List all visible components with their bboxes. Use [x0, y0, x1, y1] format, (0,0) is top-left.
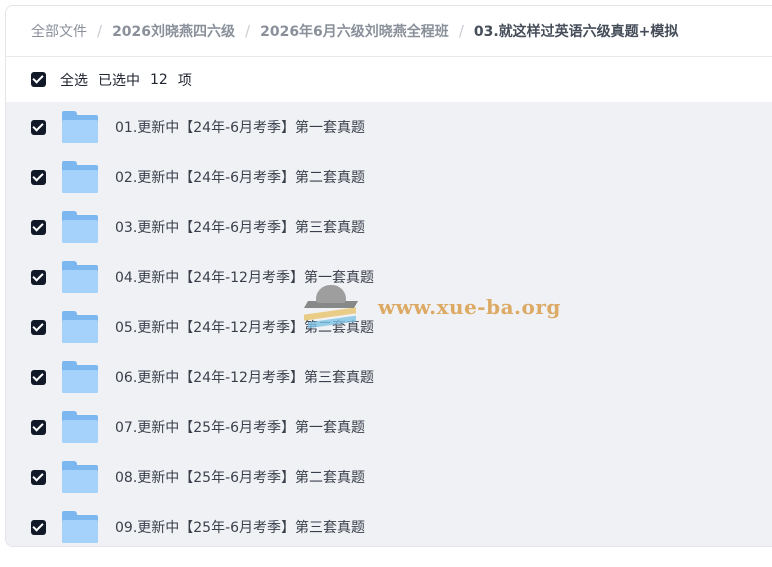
- breadcrumb-item-current: 03.就这样过英语六级真题+模拟: [473, 24, 679, 40]
- file-checkbox[interactable]: [31, 519, 46, 535]
- folder-icon: [62, 361, 98, 393]
- folder-icon: [62, 211, 98, 243]
- folder-icon: [62, 311, 98, 343]
- file-name[interactable]: 08.更新中【25年-6月考季】第二套真题: [115, 467, 365, 487]
- selection-bar: 全选 已选中 12 项: [6, 57, 772, 102]
- file-browser-panel: 全部文件 / 2026刘晓燕四六级 / 2026年6月六级刘晓燕全程班 / 03…: [5, 5, 772, 547]
- breadcrumb-separator: /: [245, 22, 251, 40]
- file-name[interactable]: 06.更新中【24年-12月考季】第三套真题: [115, 367, 374, 387]
- file-name[interactable]: 03.更新中【24年-6月考季】第三套真题: [115, 217, 365, 237]
- breadcrumb-item-all-files[interactable]: 全部文件: [31, 21, 87, 41]
- file-row[interactable]: 04.更新中【24年-12月考季】第一套真题: [6, 252, 772, 302]
- file-checkbox[interactable]: [31, 169, 46, 185]
- file-checkbox[interactable]: [31, 269, 46, 285]
- folder-icon: [62, 161, 98, 193]
- breadcrumb-item-level-2[interactable]: 2026年6月六级刘晓燕全程班: [260, 21, 449, 41]
- file-name[interactable]: 01.更新中【24年-6月考季】第一套真题: [115, 117, 365, 137]
- file-name[interactable]: 04.更新中【24年-12月考季】第一套真题: [115, 267, 374, 287]
- folder-icon: [62, 511, 98, 543]
- file-row[interactable]: 07.更新中【25年-6月考季】第一套真题: [6, 402, 772, 452]
- file-checkbox[interactable]: [31, 419, 46, 435]
- file-row[interactable]: 06.更新中【24年-12月考季】第三套真题: [6, 352, 772, 402]
- folder-icon: [62, 461, 98, 493]
- file-row[interactable]: 05.更新中【24年-12月考季】第二套真题: [6, 302, 772, 352]
- folder-icon: [62, 261, 98, 293]
- file-name[interactable]: 09.更新中【25年-6月考季】第三套真题: [115, 517, 365, 537]
- file-list: 01.更新中【24年-6月考季】第一套真题 02.更新中【24年-6月考季】第二…: [6, 102, 772, 546]
- selected-label: 已选中: [98, 72, 140, 89]
- file-name[interactable]: 07.更新中【25年-6月考季】第一套真题: [115, 417, 365, 437]
- file-checkbox[interactable]: [31, 219, 46, 235]
- breadcrumb: 全部文件 / 2026刘晓燕四六级 / 2026年6月六级刘晓燕全程班 / 03…: [6, 6, 772, 57]
- file-name[interactable]: 05.更新中【24年-12月考季】第二套真题: [115, 317, 374, 337]
- file-row[interactable]: 09.更新中【25年-6月考季】第三套真题: [6, 502, 772, 546]
- file-row[interactable]: 02.更新中【24年-6月考季】第二套真题: [6, 152, 772, 202]
- selected-unit: 项: [177, 72, 192, 89]
- file-checkbox[interactable]: [31, 469, 46, 485]
- select-all-label[interactable]: 全选: [60, 70, 88, 90]
- breadcrumb-separator: /: [97, 22, 103, 40]
- selected-count: 12: [150, 71, 168, 88]
- folder-icon: [62, 111, 98, 143]
- breadcrumb-separator: /: [458, 22, 464, 40]
- folder-icon: [62, 411, 98, 443]
- file-name[interactable]: 02.更新中【24年-6月考季】第二套真题: [115, 167, 365, 187]
- file-row[interactable]: 08.更新中【25年-6月考季】第二套真题: [6, 452, 772, 502]
- file-checkbox[interactable]: [31, 319, 46, 335]
- file-row[interactable]: 03.更新中【24年-6月考季】第三套真题: [6, 202, 772, 252]
- breadcrumb-item-level-1[interactable]: 2026刘晓燕四六级: [112, 21, 235, 41]
- select-all-checkbox[interactable]: [31, 72, 46, 87]
- file-checkbox[interactable]: [31, 369, 46, 385]
- file-row[interactable]: 01.更新中【24年-6月考季】第一套真题: [6, 102, 772, 152]
- file-checkbox[interactable]: [31, 119, 46, 135]
